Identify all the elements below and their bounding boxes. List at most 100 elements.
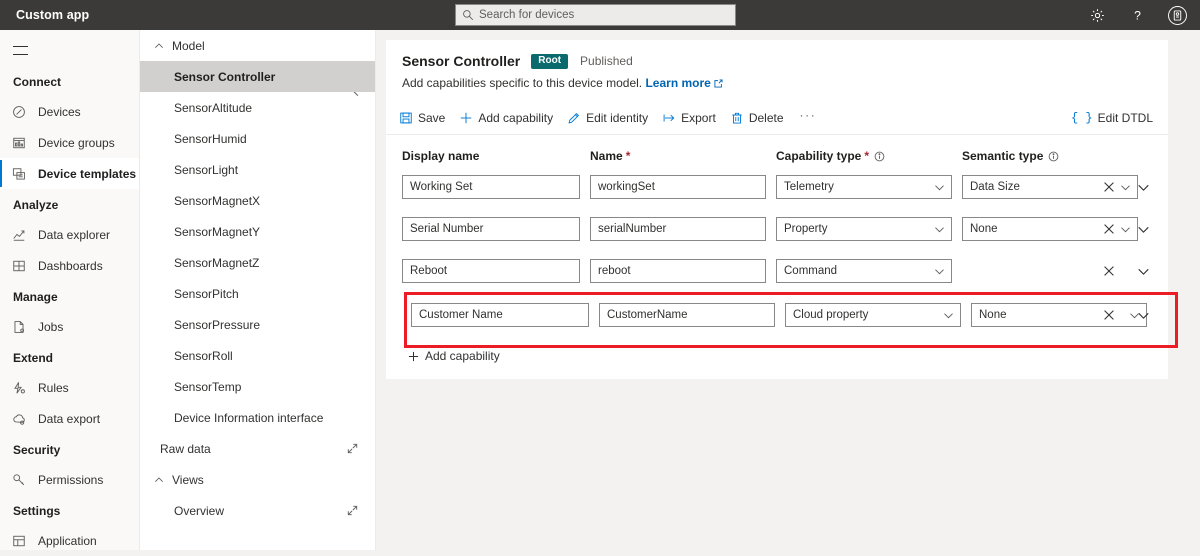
device-template-card: Sensor Controller Root Published Add cap…: [386, 40, 1178, 379]
outline-item[interactable]: SensorAltitude: [140, 92, 375, 123]
display-name-input[interactable]: Serial Number: [402, 217, 580, 241]
capability-type-select[interactable]: Property: [776, 217, 952, 241]
capability-row: Customer Name CustomerName Cloud property N…: [402, 292, 1152, 334]
export-button[interactable]: Export: [655, 105, 723, 132]
required-asterisk: *: [864, 149, 870, 163]
outline-item[interactable]: SensorLight: [140, 154, 375, 185]
sidebar-item-devices[interactable]: Devices: [0, 96, 139, 127]
braces-icon: { }: [1071, 111, 1093, 125]
display-name-input[interactable]: Reboot: [402, 259, 580, 283]
hamburger-menu-icon[interactable]: [0, 34, 40, 66]
expand-row-chevron-down-icon[interactable]: [1134, 306, 1152, 324]
name-input[interactable]: workingSet: [590, 175, 766, 199]
outline-item-label: Device Information interface: [174, 410, 324, 425]
outline-item[interactable]: Raw data: [140, 433, 375, 464]
outline-item[interactable]: SensorMagnetX: [140, 185, 375, 216]
plus-icon: [459, 111, 473, 125]
pencil-icon: [567, 111, 581, 125]
edit-identity-button[interactable]: Edit identity: [560, 105, 655, 132]
capability-type-value: Cloud property: [793, 309, 869, 321]
delete-button[interactable]: Delete: [723, 105, 791, 132]
outline-item[interactable]: Sensor Controller: [140, 61, 375, 92]
sidebar-item-rules[interactable]: Rules: [0, 372, 139, 403]
card-subtitle: Add capabilities specific to this device…: [402, 76, 1152, 91]
capability-row: Working Set workingSet Telemetry Data Size: [402, 166, 1152, 208]
sidebar-item-device-groups[interactable]: Device groups: [0, 127, 139, 158]
sidebar-item-device-templates[interactable]: Device templates: [0, 158, 139, 189]
name-value: workingSet: [598, 181, 655, 193]
outline-item-label: SensorRoll: [174, 348, 233, 363]
required-asterisk: *: [625, 149, 631, 163]
outline-item-label: Sensor Controller: [174, 69, 276, 84]
template-outline-panel: Model Sensor Controller SensorAltitude Sens…: [140, 30, 376, 550]
outline-item[interactable]: SensorTemp: [140, 371, 375, 402]
sidebar-item-permissions[interactable]: Permissions: [0, 464, 139, 495]
name-input[interactable]: CustomerName: [599, 303, 775, 327]
outline-item[interactable]: Device Information interface: [140, 402, 375, 433]
outline-item-label: SensorTemp: [174, 379, 242, 394]
sidebar-item-jobs[interactable]: Jobs: [0, 311, 139, 342]
outline-item[interactable]: SensorPitch: [140, 278, 375, 309]
chevron-down-icon: [934, 266, 945, 277]
delete-row-icon[interactable]: [1100, 178, 1118, 196]
add-capability-link[interactable]: Add capability: [408, 349, 500, 363]
device-groups-icon: [12, 135, 32, 151]
row-actions: [1100, 262, 1152, 280]
outline-item-label: Raw data: [160, 441, 211, 456]
outline-item-label: SensorLight: [174, 162, 239, 177]
delete-row-icon[interactable]: [1100, 262, 1118, 280]
save-button[interactable]: Save: [392, 105, 452, 132]
outline-item[interactable]: Overview: [140, 495, 375, 526]
sidebar-item-data-export[interactable]: Data export: [0, 403, 139, 434]
help-icon[interactable]: ?: [1122, 0, 1152, 30]
outline-item-label: SensorMagnetZ: [174, 255, 260, 270]
capability-row: Serial Number serialNumber Property None: [402, 208, 1152, 250]
delete-row-icon[interactable]: [1100, 306, 1118, 324]
sidebar-item-data-explorer[interactable]: Data explorer: [0, 219, 139, 250]
sidebar-item-application[interactable]: Application: [0, 525, 139, 556]
learn-more-link[interactable]: Learn more: [645, 76, 710, 90]
info-icon[interactable]: [1048, 151, 1059, 162]
outline-item-label: SensorMagnetX: [174, 193, 261, 208]
sidebar-item-dashboards[interactable]: Dashboards: [0, 250, 139, 281]
toolbar-button-label: Add capability: [478, 111, 554, 125]
row-actions: [1100, 306, 1152, 324]
name-value: serialNumber: [598, 223, 667, 235]
capability-type-select[interactable]: Telemetry: [776, 175, 952, 199]
column-header-name: Name *: [590, 149, 766, 163]
delete-row-icon[interactable]: [1100, 220, 1118, 238]
outline-section-label: Views: [172, 472, 204, 487]
capability-type-select[interactable]: Command: [776, 259, 952, 283]
toolbar-button-label: Delete: [748, 111, 784, 125]
outline-item[interactable]: SensorMagnetZ: [140, 247, 375, 278]
nav-group-header: Extend: [13, 351, 54, 365]
trash-icon: [730, 111, 744, 125]
account-icon[interactable]: [1162, 0, 1192, 30]
outline-item[interactable]: SensorPressure: [140, 309, 375, 340]
outline-section-views[interactable]: Views: [140, 464, 375, 495]
display-name-input[interactable]: Customer Name: [411, 303, 589, 327]
edit-dtdl-button[interactable]: { } Edit DTDL: [1064, 105, 1160, 132]
open-external-icon[interactable]: [347, 443, 358, 454]
capability-type-select[interactable]: Cloud property: [785, 303, 961, 327]
app-title: Custom app: [16, 8, 90, 22]
name-input[interactable]: reboot: [590, 259, 766, 283]
search-input[interactable]: Search for devices: [455, 4, 736, 26]
gear-icon[interactable]: [1082, 0, 1112, 30]
outline-item-label: SensorMagnetY: [174, 224, 261, 239]
outline-item-label: Overview: [174, 503, 225, 518]
name-input[interactable]: serialNumber: [590, 217, 766, 241]
info-icon[interactable]: [874, 151, 885, 162]
expand-row-chevron-down-icon[interactable]: [1134, 220, 1152, 238]
expand-row-chevron-down-icon[interactable]: [1134, 178, 1152, 196]
display-name-input[interactable]: Working Set: [402, 175, 580, 199]
outline-item[interactable]: SensorHumid: [140, 123, 375, 154]
column-header-label: Semantic type: [962, 149, 1044, 163]
add-capability-button[interactable]: Add capability: [452, 105, 560, 132]
open-external-icon[interactable]: [347, 505, 358, 516]
expand-row-chevron-down-icon[interactable]: [1134, 262, 1152, 280]
outline-section-model[interactable]: Model: [140, 30, 375, 61]
outline-item[interactable]: SensorMagnetY: [140, 216, 375, 247]
outline-item[interactable]: SensorRoll: [140, 340, 375, 371]
more-commands-button[interactable]: ···: [791, 105, 826, 132]
